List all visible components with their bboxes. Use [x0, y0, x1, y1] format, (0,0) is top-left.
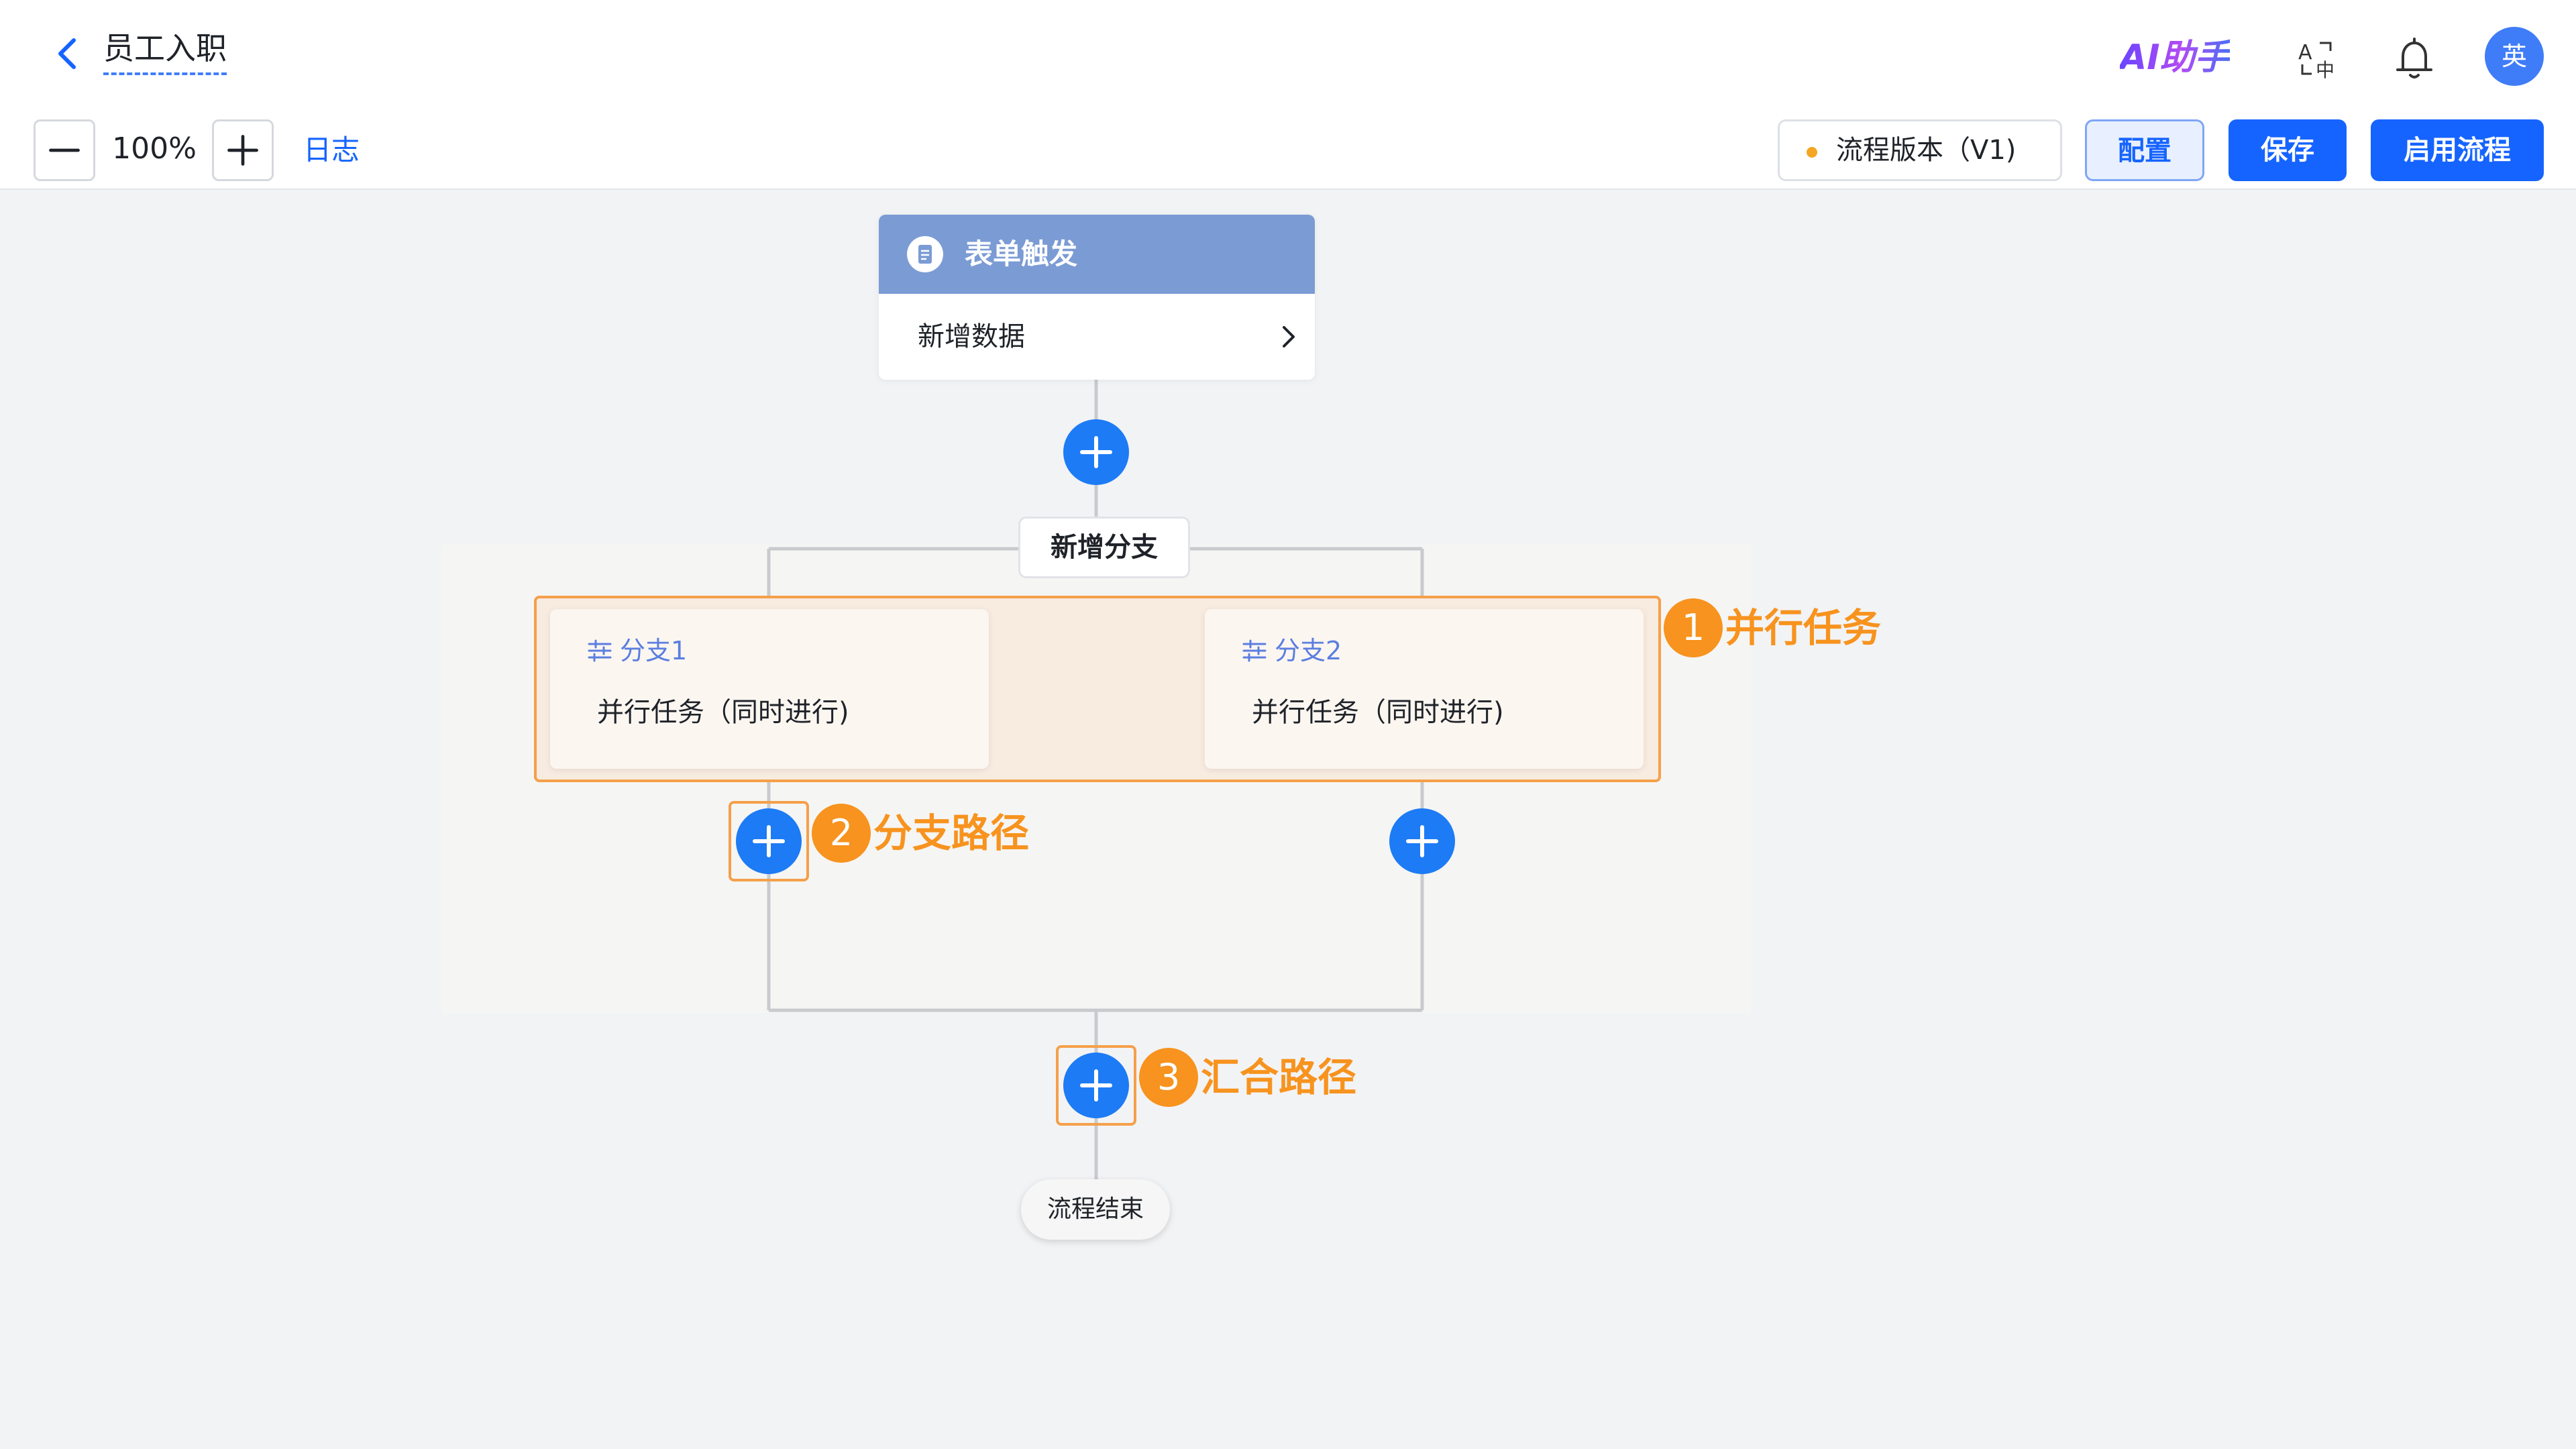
trigger-node-header: 表单触发	[879, 215, 1315, 294]
annotation-label-1: 并行任务	[1725, 605, 1882, 651]
annotation-number-1: 1	[1664, 598, 1723, 657]
annotation-number-3: 3	[1139, 1048, 1198, 1107]
trigger-event-label: 新增数据	[918, 321, 1025, 352]
trigger-node-card[interactable]: 表单触发 新增数据	[879, 215, 1315, 380]
annotation-number-2: 2	[812, 804, 871, 863]
branch-settings-icon	[588, 639, 612, 662]
add-branch-button[interactable]: 新增分支	[1018, 517, 1190, 578]
annotation-label-3: 汇合路径	[1201, 1055, 1357, 1100]
branch-card-1[interactable]: 分支1 并行任务（同时进行)	[550, 609, 989, 769]
annotation-label-2: 分支路径	[873, 810, 1030, 856]
branch-description: 并行任务（同时进行)	[597, 697, 849, 728]
add-node-button-merge[interactable]	[1063, 1053, 1129, 1118]
add-node-button-top[interactable]	[1063, 419, 1129, 485]
flow-end-node: 流程结束	[1021, 1179, 1170, 1240]
plus-icon	[1406, 825, 1438, 857]
plus-icon	[1080, 1069, 1112, 1102]
plus-icon	[1080, 436, 1112, 468]
branch-name: 分支2	[1275, 636, 1342, 665]
plus-icon	[753, 825, 785, 857]
chevron-right-icon	[1283, 326, 1295, 347]
branch-card-2[interactable]: 分支2 并行任务（同时进行)	[1205, 609, 1644, 769]
branch-settings-icon	[1242, 639, 1267, 662]
branch-name: 分支1	[620, 636, 688, 665]
add-node-button-branch-1[interactable]	[736, 808, 802, 874]
branch-description: 并行任务（同时进行)	[1252, 697, 1504, 728]
trigger-node-title: 表单触发	[965, 237, 1078, 270]
form-document-icon	[907, 236, 943, 272]
add-node-button-branch-2[interactable]	[1389, 808, 1455, 874]
